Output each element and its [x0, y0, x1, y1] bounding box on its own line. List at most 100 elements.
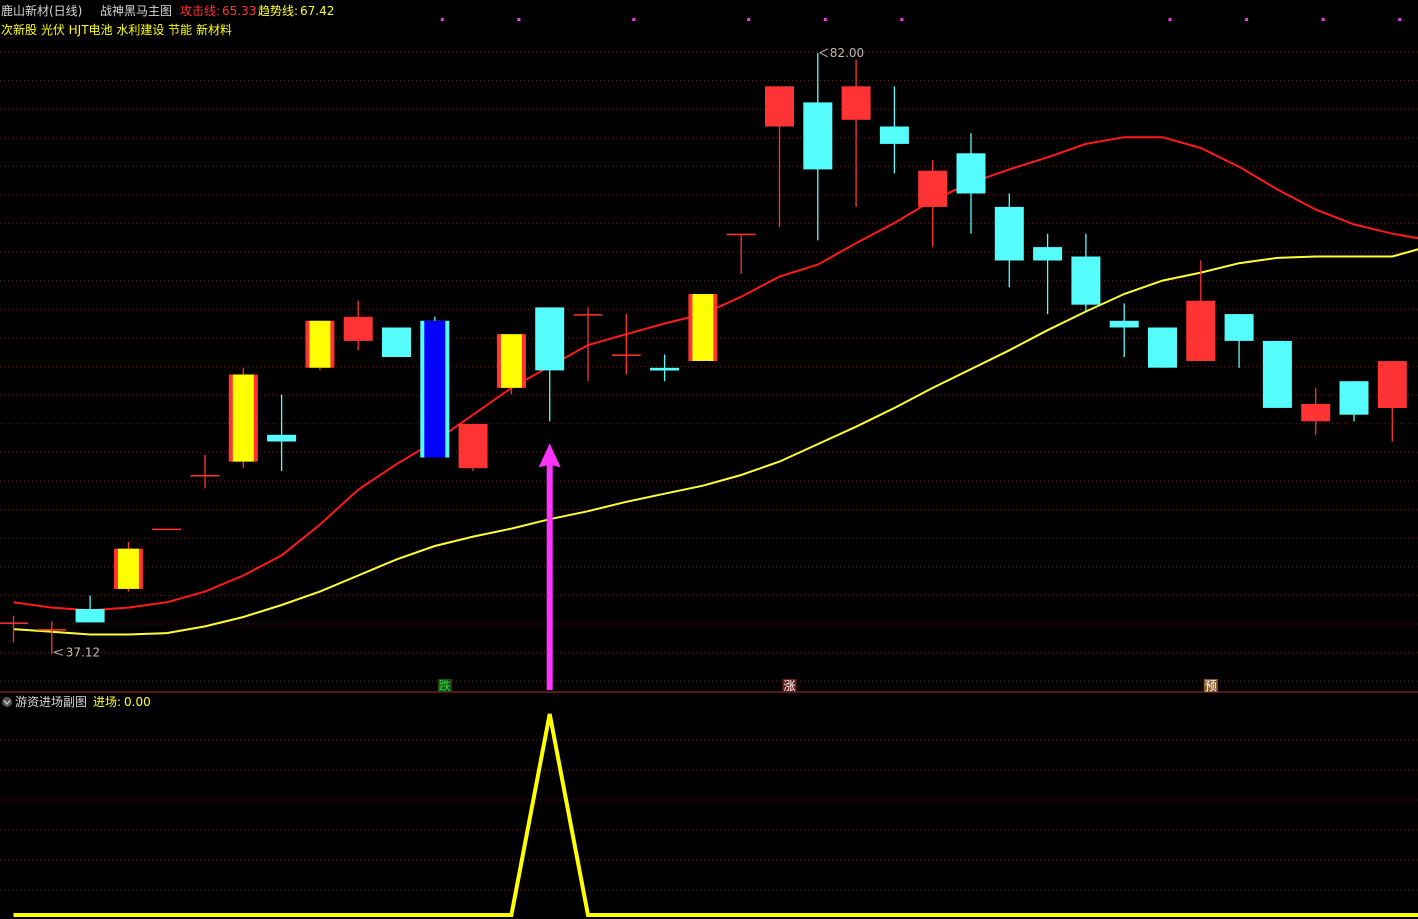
high-price-label: 82.00: [830, 46, 864, 60]
candle: [113, 542, 143, 592]
candle-highlight: [424, 320, 446, 458]
candle: [918, 160, 948, 248]
entry-line: [13, 713, 1418, 917]
candle-body: [267, 434, 297, 442]
candle-body: [573, 314, 603, 316]
candle-highlight: [309, 320, 331, 368]
candle: [1109, 303, 1139, 357]
candle: [228, 367, 258, 469]
candle-body: [1301, 403, 1331, 422]
candle: [956, 133, 986, 234]
entry-value: 0.00: [124, 695, 151, 709]
candle-body: [956, 153, 986, 194]
high-pointer: [819, 48, 829, 58]
candle-body: [1109, 320, 1139, 328]
concept-tags: 次新股 光伏 HJT电池 水利建设 节能 新材料: [1, 22, 232, 37]
candle-body: [190, 475, 220, 477]
marker-text: 涨: [783, 678, 795, 693]
candle: [994, 193, 1024, 288]
candle-highlight: [500, 334, 522, 388]
candle-body: [650, 367, 680, 371]
candle: [573, 307, 603, 382]
candlesticks: [0, 52, 1407, 655]
candle: [650, 354, 680, 382]
candle-body: [1148, 327, 1177, 368]
main-indicator-name: 战神黑马主图: [100, 4, 172, 18]
signal-dot: [823, 18, 827, 21]
candle-body: [918, 170, 948, 207]
candle-body: [1186, 300, 1216, 361]
candle: [1148, 327, 1177, 368]
candle: [420, 316, 450, 458]
candle: [1262, 340, 1292, 408]
low-price-label: 37.12: [66, 645, 100, 659]
candle: [841, 59, 871, 207]
signal-dot: [747, 18, 751, 21]
candle-body: [0, 622, 28, 624]
collapse-icon[interactable]: [2, 697, 12, 707]
candle-body: [726, 233, 756, 236]
signal-dot: [440, 18, 444, 21]
candle-body: [152, 528, 182, 531]
candle: [496, 334, 526, 395]
candle-body: [841, 86, 871, 120]
stock-name: 鹿山新材(日线): [1, 3, 82, 18]
attack-line-label: 攻击线:: [180, 4, 220, 18]
stock-chart[interactable]: 跌 涨 预 鹿山新材(日线) 战神黑马主图 攻击线: 65.33 趋势线: 67.4…: [0, 0, 1418, 919]
signal-arrow: [538, 443, 561, 690]
signal-dot: [517, 18, 521, 21]
candle-highlight: [232, 374, 254, 462]
entry-label: 进场:: [93, 695, 121, 709]
low-pointer: [53, 648, 63, 656]
candle-body: [611, 354, 641, 356]
candle-body: [994, 206, 1024, 261]
candle-body: [803, 102, 833, 170]
indicator-lines: [13, 136, 1418, 636]
candle-body: [37, 629, 67, 631]
candle-body: [879, 126, 909, 144]
candle-highlight: [117, 548, 139, 589]
trend-line-label: 趋势线:: [258, 4, 298, 18]
marker-text: 预: [1205, 679, 1217, 693]
sub-chart: [13, 713, 1418, 917]
signal-dot: [900, 18, 904, 21]
signal-dot: [1245, 18, 1249, 21]
candle-body: [1033, 247, 1063, 261]
signal-dot: [632, 18, 636, 21]
signal-dot: [1168, 18, 1172, 21]
sub-indicator-name: 游资进场副图: [15, 695, 87, 709]
candle-body: [1071, 256, 1101, 305]
trend-line-value: 67.42: [300, 4, 334, 18]
candle: [803, 52, 833, 241]
candle: [1301, 387, 1331, 435]
candle: [267, 394, 297, 471]
candle: [1033, 233, 1063, 315]
candle-body: [765, 86, 794, 127]
candle: [879, 86, 909, 174]
candle-body: [343, 316, 373, 341]
candle-body: [1377, 361, 1407, 408]
candle: [535, 307, 565, 422]
signal-dot: [1321, 18, 1325, 21]
candle: [1071, 233, 1101, 312]
candle: [190, 454, 220, 489]
candle: [152, 528, 182, 531]
candle: [765, 86, 794, 227]
candle-body: [382, 327, 411, 357]
candle: [458, 424, 488, 471]
candle-body: [1262, 340, 1292, 408]
overlay: 跌涨预: [53, 48, 1218, 693]
candle-highlight: [692, 294, 714, 361]
marker-text: 跌: [439, 678, 451, 693]
attack-line: [13, 136, 1418, 612]
candle: [726, 233, 756, 274]
attack-line-value: 65.33: [222, 4, 256, 18]
candle: [382, 327, 411, 357]
candle-body: [535, 307, 565, 371]
candle: [1224, 314, 1254, 368]
candle: [1377, 361, 1407, 442]
candle: [305, 320, 335, 371]
candle: [611, 314, 641, 375]
candle-body: [75, 609, 105, 623]
candle: [343, 300, 373, 351]
